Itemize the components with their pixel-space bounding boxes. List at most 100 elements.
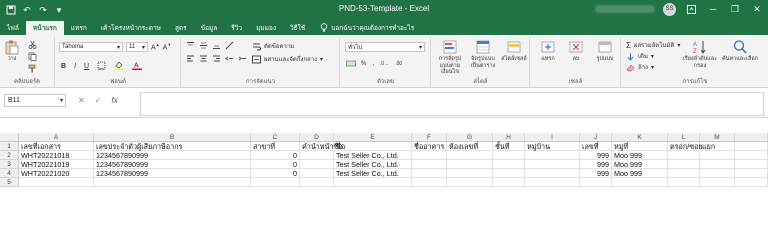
cell[interactable]: หมู่ที่ (612, 142, 668, 151)
tab-insert[interactable]: แทรก (64, 21, 94, 35)
orientation-icon[interactable] (225, 41, 234, 50)
cell[interactable] (19, 178, 94, 187)
enter-icon[interactable]: ✓ (95, 96, 102, 105)
cell[interactable]: WHT20221019 (19, 160, 94, 169)
middle-align-icon[interactable] (199, 41, 208, 50)
cell[interactable] (447, 169, 493, 178)
top-align-icon[interactable] (186, 41, 195, 50)
cell[interactable]: 999 (580, 160, 612, 169)
redo-icon[interactable]: ↷ (38, 5, 48, 15)
cell[interactable]: 1234567890999 (94, 160, 251, 169)
decrease-font-size-icon[interactable]: A▼ (163, 42, 172, 51)
cut-icon[interactable] (28, 40, 37, 49)
cell[interactable] (525, 169, 580, 178)
undo-icon[interactable]: ↶ (22, 5, 32, 15)
currency-icon[interactable] (346, 59, 356, 68)
cell[interactable] (412, 160, 447, 169)
cell[interactable] (300, 151, 334, 160)
column-header-h[interactable]: H (493, 133, 525, 142)
row-header[interactable]: 1 (0, 142, 19, 151)
cell[interactable]: 999 (580, 151, 612, 160)
cell[interactable]: เลขที่เอกสาร (19, 142, 94, 151)
cell[interactable] (525, 178, 580, 187)
tab-view[interactable]: มุมมอง (249, 21, 283, 35)
tab-data[interactable]: ข้อมูล (194, 21, 225, 35)
save-icon[interactable] (6, 5, 16, 15)
paste-button[interactable]: วาง (4, 39, 20, 63)
cell[interactable]: ตรอก/ซอย (668, 142, 703, 151)
cell[interactable] (735, 142, 768, 151)
clear-button[interactable]: ล้าง (638, 62, 648, 72)
formula-input[interactable] (140, 92, 764, 116)
align-center-icon[interactable] (199, 54, 208, 63)
cell[interactable] (493, 169, 525, 178)
increase-font-size-icon[interactable]: A▲ (151, 42, 160, 51)
column-header-j[interactable]: J (580, 133, 612, 142)
column-header-a[interactable]: A (19, 133, 94, 142)
cell[interactable] (700, 169, 735, 178)
cell[interactable] (580, 178, 612, 187)
tab-review[interactable]: รีวิว (224, 21, 249, 35)
cell[interactable] (668, 151, 700, 160)
tab-home[interactable]: หน้าแรก (25, 21, 64, 35)
cell[interactable] (700, 160, 735, 169)
cell-styles-button[interactable]: สไตล์เซลล์ (500, 39, 528, 63)
wrap-text-button[interactable]: ตัดข้อความ (264, 41, 294, 51)
cell[interactable]: WHT20221020 (19, 169, 94, 178)
cell[interactable]: ชื่ออาคาร (412, 142, 447, 151)
cell[interactable] (493, 160, 525, 169)
cell[interactable]: Moo 999 (612, 169, 668, 178)
column-header-g[interactable]: G (447, 133, 493, 142)
cell[interactable] (493, 151, 525, 160)
cell[interactable] (300, 178, 334, 187)
cell[interactable]: Moo 999 (612, 151, 668, 160)
restore-icon[interactable]: ❐ (728, 2, 742, 16)
column-header-m[interactable]: M (700, 133, 735, 142)
cell[interactable] (668, 160, 700, 169)
bottom-align-icon[interactable] (212, 41, 221, 50)
spreadsheet-grid[interactable]: A B C D E F G H I J K L M 1 เลขที่เอกสาร เลขประจำตัวผู้… (0, 133, 768, 201)
row-header[interactable]: 4 (0, 169, 19, 178)
minimize-icon[interactable]: ─ (706, 2, 720, 16)
cell[interactable]: หมู่บ้าน (525, 142, 580, 151)
cell[interactable] (447, 151, 493, 160)
column-header-c[interactable]: C (251, 133, 300, 142)
cell[interactable]: สาขาที่ (251, 142, 300, 151)
cell[interactable]: ชื่อ (334, 142, 412, 151)
merge-center-button[interactable]: ผสานและจัดกึ่งกลาง (264, 54, 317, 64)
cell[interactable]: 999 (580, 169, 612, 178)
cancel-icon[interactable]: ✕ (78, 96, 85, 105)
chevron-down-icon[interactable]: ▾ (677, 42, 680, 49)
bold-button[interactable]: B (61, 63, 66, 70)
decrease-indent-icon[interactable] (225, 54, 234, 63)
cell[interactable] (300, 169, 334, 178)
align-right-icon[interactable] (212, 54, 221, 63)
tell-me-box[interactable]: บอกฉันว่าคุณต้องการทำอะไร (320, 21, 414, 35)
chevron-down-icon[interactable]: ▾ (320, 56, 323, 63)
cell[interactable]: 0 (251, 151, 300, 160)
increase-indent-icon[interactable] (238, 54, 247, 63)
column-header-i[interactable]: I (525, 133, 580, 142)
cell[interactable] (525, 151, 580, 160)
cell[interactable]: ห้องเลขที่ (447, 142, 493, 151)
cell[interactable] (700, 151, 735, 160)
tab-formulas[interactable]: สูตร (168, 21, 194, 35)
find-select-button[interactable]: ค้นหาและเลือก (722, 39, 758, 63)
align-left-icon[interactable] (186, 54, 195, 63)
cell[interactable] (525, 160, 580, 169)
column-header-b[interactable]: B (94, 133, 251, 142)
cell[interactable] (412, 169, 447, 178)
cell[interactable]: Moo 999 (612, 160, 668, 169)
cell[interactable]: คำนำหน้าชื่อ (300, 142, 343, 151)
cell[interactable] (700, 178, 735, 187)
tab-help[interactable]: วิธีใช้ (283, 21, 312, 35)
ribbon-display-options-icon[interactable] (684, 2, 698, 16)
insert-function-icon[interactable]: fx (111, 96, 117, 105)
cell[interactable]: Test Seller Co., Ltd. (334, 160, 412, 169)
format-as-table-button[interactable]: จัดรูปแบบเป็นตาราง (468, 39, 498, 69)
customize-qat-icon[interactable]: ▾ (54, 5, 64, 15)
cell[interactable] (412, 151, 447, 160)
cell[interactable] (334, 178, 412, 187)
close-icon[interactable]: ✕ (750, 2, 764, 16)
cell[interactable] (735, 178, 768, 187)
